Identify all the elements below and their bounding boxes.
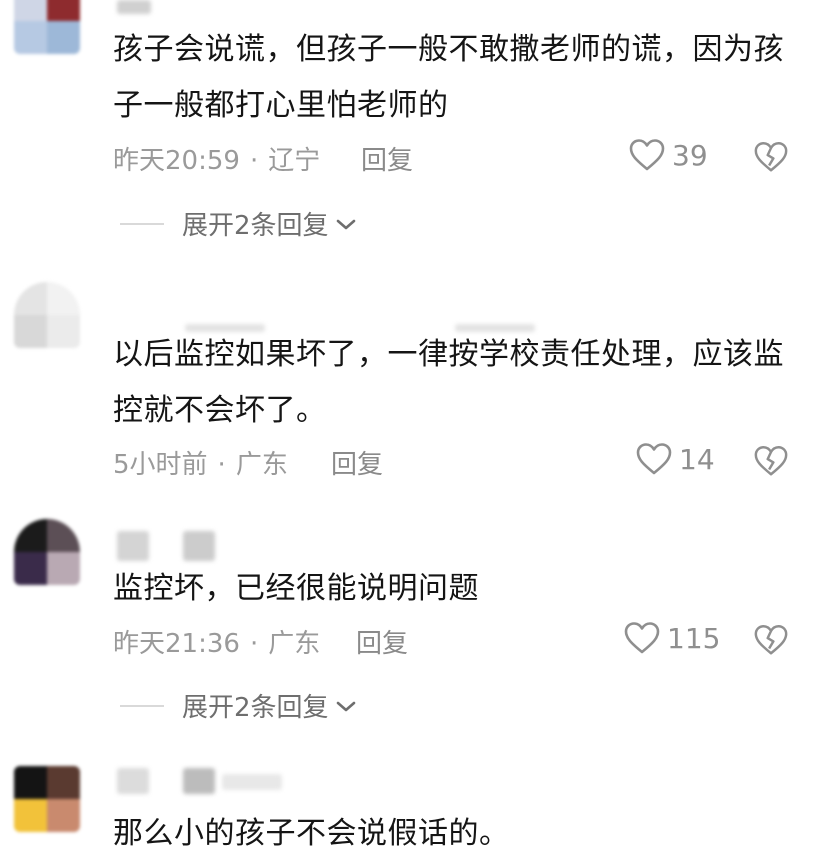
reply-button[interactable]: 回复 — [331, 444, 383, 481]
like-button[interactable]: 39 — [628, 138, 708, 172]
comment-item: 那么小的孩子不会说假话的。 — [0, 760, 822, 861]
comment-item: 孩子会说谎，但孩子一般不敢撒老师的谎，因为孩子一般都打心里怕老师的 昨天20:5… — [0, 0, 822, 250]
comment-time: 5小时前 — [113, 450, 208, 480]
comment-text: 孩子会说谎，但孩子一般不敢撒老师的谎，因为孩子一般都打心里怕老师的 — [113, 32, 784, 123]
comment-text: 以后监控如果坏了，一律按学校责任处理，应该监控就不会坏了。 — [113, 337, 784, 428]
comment-meta: 昨天20:59 · 辽宁 — [113, 140, 320, 177]
avatar[interactable] — [14, 766, 80, 832]
heart-outline-icon — [624, 622, 660, 654]
heart-outline-icon — [636, 443, 672, 475]
comment-text: 监控坏，已经很能说明问题 — [113, 571, 479, 606]
divider — [120, 704, 164, 707]
comment-meta: 5小时前 · 广东 — [113, 444, 288, 481]
meta-separator: · — [217, 450, 226, 480]
chevron-down-icon — [336, 701, 355, 711]
expand-replies-button[interactable]: 展开2条回复 — [120, 205, 359, 242]
avatar[interactable] — [14, 0, 80, 54]
comment-text: 那么小的孩子不会说假话的。 — [113, 816, 510, 851]
comment-item: 监控坏，已经很能说明问题 昨天21:36 · 广东 回复 115 展开2条回复 — [0, 515, 822, 740]
divider — [120, 222, 164, 225]
like-button[interactable]: 115 — [623, 621, 720, 655]
comment-item: 以后监控如果坏了，一律按学校责任处理，应该监控就不会坏了。 5小时前 · 广东 回复… — [0, 270, 822, 495]
username-blurred[interactable] — [117, 0, 151, 14]
username-blurred[interactable] — [183, 531, 215, 561]
like-count: 115 — [667, 621, 721, 655]
like-count: 14 — [679, 442, 715, 476]
comment-time: 昨天20:59 — [113, 146, 240, 176]
username-blurred[interactable] — [117, 768, 149, 794]
like-button[interactable]: 14 — [635, 442, 715, 476]
comment-location: 广东 — [235, 450, 288, 480]
reply-button[interactable]: 回复 — [361, 140, 413, 177]
chevron-down-icon — [336, 219, 355, 229]
comment-location: 广东 — [268, 629, 321, 659]
expand-replies-button[interactable]: 展开2条回复 — [120, 687, 359, 724]
meta-separator: · — [249, 629, 259, 659]
expand-replies-label: 展开2条回复 — [182, 211, 329, 241]
broken-heart-icon[interactable] — [753, 444, 789, 478]
expand-replies-label: 展开2条回复 — [182, 693, 329, 723]
broken-heart-icon[interactable] — [753, 140, 789, 174]
comment-location: 辽宁 — [268, 146, 321, 176]
comment-time: 昨天21:36 — [113, 629, 240, 659]
username-blurred[interactable] — [183, 768, 215, 794]
avatar[interactable] — [14, 282, 80, 348]
meta-separator: · — [249, 146, 259, 176]
comment-meta: 昨天21:36 · 广东 — [113, 623, 320, 660]
heart-outline-icon — [629, 139, 665, 171]
username-blurred[interactable] — [117, 531, 149, 561]
like-count: 39 — [672, 138, 708, 172]
avatar[interactable] — [14, 519, 80, 585]
broken-heart-icon[interactable] — [753, 623, 789, 657]
reply-button[interactable]: 回复 — [356, 623, 408, 660]
username-blurred[interactable] — [222, 774, 282, 790]
